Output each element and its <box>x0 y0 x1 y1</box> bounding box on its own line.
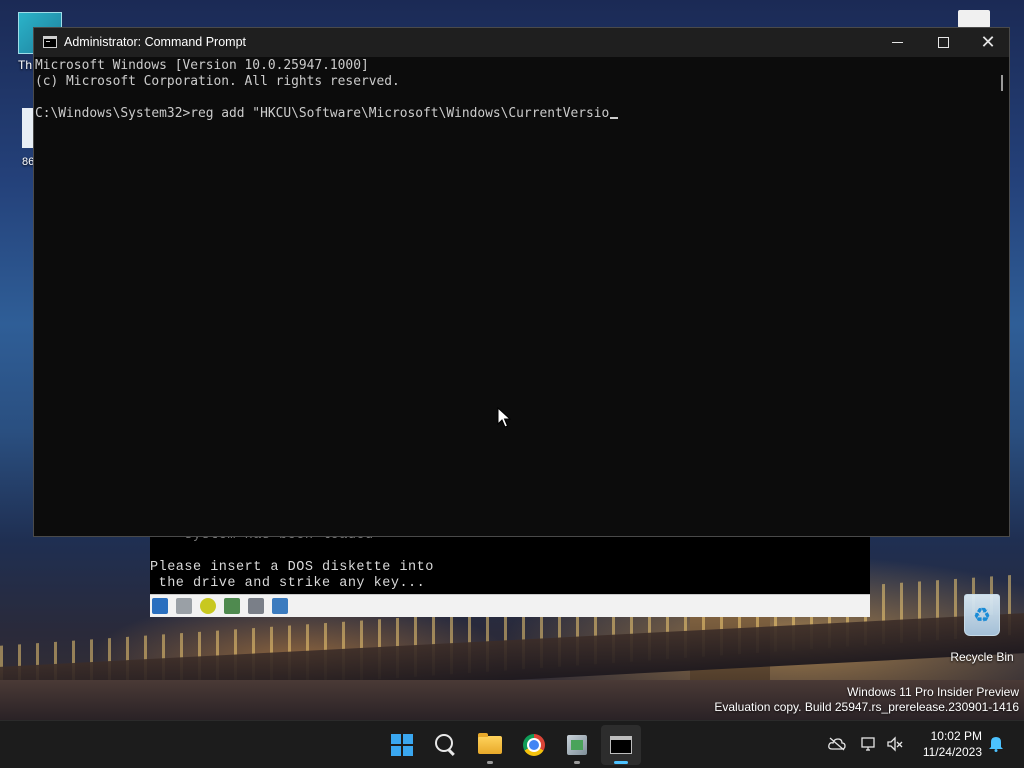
watermark-edition: Windows 11 Pro Insider Preview <box>847 685 1019 699</box>
console-line-2: (c) Microsoft Corporation. All rights re… <box>35 74 400 89</box>
start-button[interactable] <box>382 725 422 765</box>
sound-icon[interactable] <box>272 598 288 614</box>
running-indicator <box>487 761 493 764</box>
onedrive-offline-icon[interactable] <box>828 735 846 753</box>
search-button[interactable] <box>426 725 466 765</box>
minimize-icon <box>891 42 903 43</box>
folder-icon <box>478 733 502 754</box>
system-clock[interactable]: 10:02 PM 11/24/2023 <box>910 728 982 760</box>
volume-muted-icon[interactable] <box>886 735 904 753</box>
window-title: Administrator: Command Prompt <box>64 35 247 49</box>
chrome-icon <box>523 734 545 756</box>
network-icon[interactable] <box>860 735 878 753</box>
floppy-icon[interactable] <box>152 598 168 614</box>
recycle-bin-label: Recycle Bin <box>950 650 1014 664</box>
console-output[interactable]: Microsoft Windows [Version 10.0.25947.10… <box>34 57 1009 536</box>
desktop-file-icon[interactable] <box>958 10 990 28</box>
cmd-app-icon[interactable] <box>43 36 57 48</box>
maximize-icon <box>937 37 949 48</box>
console-line-1: Microsoft Windows [Version 10.0.25947.10… <box>35 58 369 73</box>
file-explorer-button[interactable] <box>470 725 510 765</box>
close-icon: ✕ <box>980 31 996 53</box>
active-indicator <box>614 761 628 764</box>
dos-emulator-window[interactable]: system has been loaded Please insert a D… <box>150 528 870 617</box>
desktop-shortcut-label: Th <box>18 58 33 72</box>
clock-date: 11/24/2023 <box>922 745 982 759</box>
command-prompt-window[interactable]: Administrator: Command Prompt ✕ Microsof… <box>33 27 1010 537</box>
dos-status-toolbar <box>150 594 870 617</box>
maximize-button[interactable] <box>920 28 966 57</box>
network-icon[interactable] <box>224 598 240 614</box>
text-cursor <box>610 117 619 119</box>
search-icon <box>435 734 453 752</box>
taskbar: 10:02 PM 11/24/2023 <box>0 720 1024 768</box>
terminal-icon <box>610 736 632 754</box>
notification-bell-icon[interactable] <box>988 734 1004 752</box>
dos-line-1: Please insert a DOS diskette into <box>150 560 434 575</box>
running-indicator <box>574 761 580 764</box>
scrollbar-thumb[interactable] <box>1001 75 1003 91</box>
chrome-button[interactable] <box>514 725 554 765</box>
mouse-pointer-icon <box>497 406 512 428</box>
minimize-button[interactable] <box>874 28 920 57</box>
insider-watermark: Windows 11 Pro Insider Preview Evaluatio… <box>714 685 1019 715</box>
setup-app-icon <box>567 735 587 755</box>
console-input-line[interactable]: C:\Windows\System32>reg add "HKCU\Softwa… <box>35 106 619 121</box>
windows-logo-icon <box>391 734 413 756</box>
grid-icon[interactable] <box>176 598 192 614</box>
terminal-button[interactable] <box>601 725 641 765</box>
title-bar[interactable]: Administrator: Command Prompt ✕ <box>34 28 1009 57</box>
recycle-bin-icon: ♻ <box>964 594 1000 636</box>
setup-app-button[interactable] <box>557 725 597 765</box>
display-icon[interactable] <box>248 598 264 614</box>
dos-line-2: the drive and strike any key... <box>150 576 426 591</box>
console-command-text: C:\Windows\System32>reg add "HKCU\Softwa… <box>35 106 610 121</box>
close-button[interactable]: ✕ <box>965 28 1011 57</box>
cd-icon[interactable] <box>200 598 216 614</box>
recycle-bin[interactable]: ♻ Recycle Bin <box>944 594 1020 664</box>
watermark-build: Evaluation copy. Build 25947.rs_prerelea… <box>714 700 1019 714</box>
clock-time: 10:02 PM <box>930 729 982 743</box>
